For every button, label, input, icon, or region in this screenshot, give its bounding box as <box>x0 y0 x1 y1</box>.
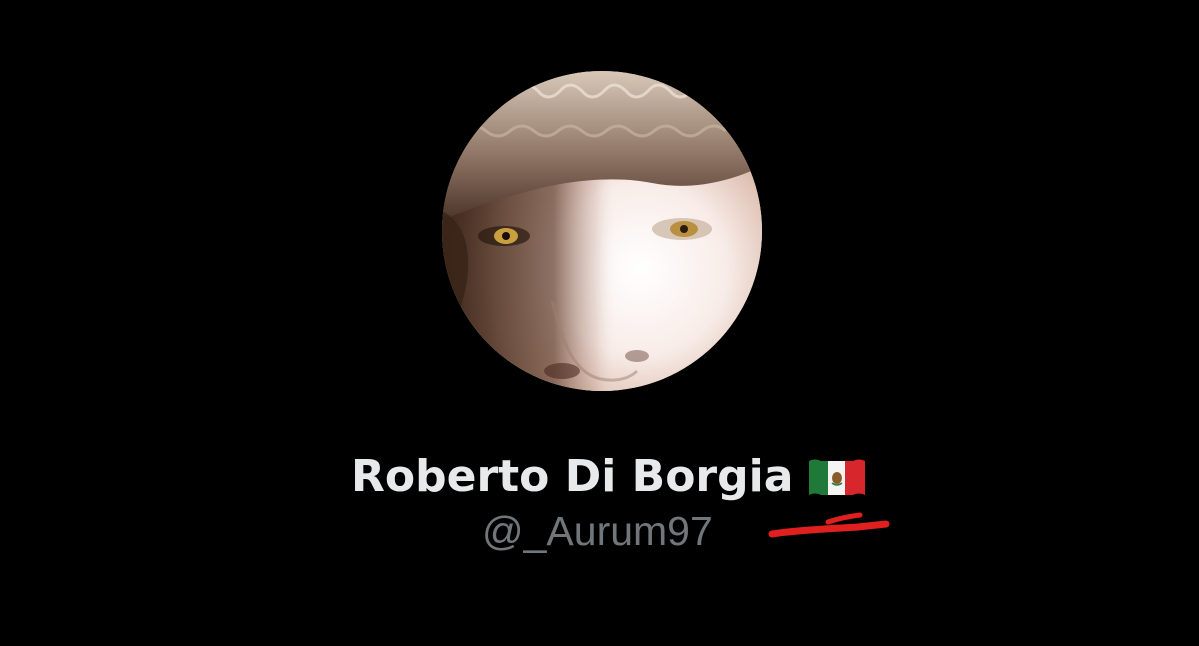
avatar-photo <box>442 71 762 391</box>
display-name: Roberto Di Borgia <box>351 451 794 502</box>
name-row: Roberto Di Borgia <box>351 447 867 507</box>
avatar[interactable] <box>442 71 762 391</box>
profile-header: Roberto Di Borgia @_Aurum97 <box>0 0 1199 646</box>
mexico-flag-icon <box>807 455 867 499</box>
red-underline-annotation <box>768 512 890 538</box>
user-handle[interactable]: @_Aurum97 <box>482 506 713 556</box>
